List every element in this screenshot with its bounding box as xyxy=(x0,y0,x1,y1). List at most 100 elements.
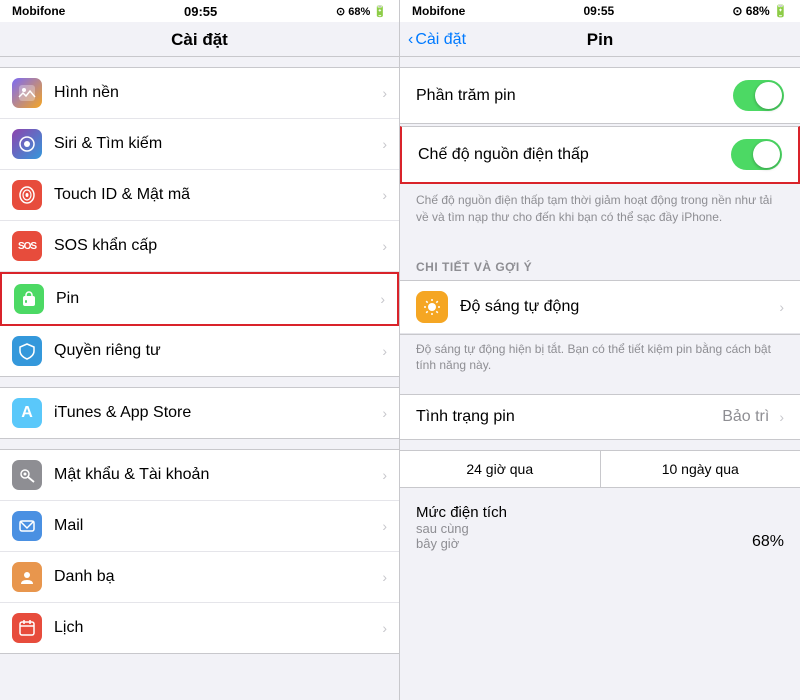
tinh-trang-row[interactable]: Tình trạng pin Bảo trì › xyxy=(400,395,800,439)
left-time: 09:55 xyxy=(184,4,217,19)
bao-tri-value: Bảo trì xyxy=(722,408,769,426)
calendar-label: Lịch xyxy=(54,619,376,637)
settings-group-2: A iTunes & App Store › xyxy=(0,387,399,439)
muc-sub2: bây giờ xyxy=(416,536,507,551)
settings-list: Hình nền › Siri & Tìm kiếm › xyxy=(0,57,399,700)
calendar-icon xyxy=(12,613,42,643)
left-panel: Mobifone 09:55 ⊙ 68% 🔋 Cài đặt Hình nền … xyxy=(0,0,400,700)
settings-item-sos[interactable]: SOS SOS khẩn cấp › xyxy=(0,221,399,272)
itunes-label: iTunes & App Store xyxy=(54,404,376,422)
mail-icon xyxy=(12,511,42,541)
settings-item-itunes[interactable]: A iTunes & App Store › xyxy=(0,388,399,438)
right-title: Pin xyxy=(587,30,613,50)
settings-group-1: Hình nền › Siri & Tìm kiếm › xyxy=(0,67,399,377)
back-button[interactable]: ‹ Cài đặt xyxy=(408,31,466,49)
do-sang-description: Độ sáng tự động hiện bị tắt. Bạn có thể … xyxy=(400,335,800,385)
right-status-bar: Mobifone 09:55 ⊙ 68% 🔋 xyxy=(400,0,800,22)
phan-tram-label: Phần trăm pin xyxy=(416,87,733,105)
siri-label: Siri & Tìm kiếm xyxy=(54,135,376,153)
contacts-label: Danh bạ xyxy=(54,568,376,586)
muc-value: 68% xyxy=(752,533,784,551)
contacts-icon xyxy=(12,562,42,592)
phan-tram-section: Phần trăm pin xyxy=(400,67,800,124)
muc-label: Mức điện tích xyxy=(416,504,507,521)
password-icon xyxy=(12,460,42,490)
wallpaper-icon xyxy=(12,78,42,108)
privacy-icon xyxy=(12,336,42,366)
pin-chevron: › xyxy=(380,291,385,307)
calendar-chevron: › xyxy=(382,620,387,636)
mail-chevron: › xyxy=(382,518,387,534)
wallpaper-chevron: › xyxy=(382,85,387,101)
che-do-toggle-knob xyxy=(753,141,780,168)
contacts-chevron: › xyxy=(382,569,387,585)
chi-tiet-section: CHI TIẾT VÀ GỢI Ý xyxy=(400,246,800,385)
sos-icon: SOS xyxy=(12,231,42,261)
settings-item-contacts[interactable]: Danh bạ › xyxy=(0,552,399,603)
right-time: 09:55 xyxy=(583,4,614,18)
settings-item-touchid[interactable]: Touch ID & Mật mã › xyxy=(0,170,399,221)
wallpaper-label: Hình nền xyxy=(54,84,376,102)
settings-item-siri[interactable]: Siri & Tìm kiếm › xyxy=(0,119,399,170)
privacy-label: Quyền riêng tư xyxy=(54,342,376,360)
time-tabs: 24 giờ qua 10 ngày qua xyxy=(400,450,800,488)
che-do-description: Chế độ nguồn điện thấp tạm thời giảm hoạ… xyxy=(400,186,800,236)
settings-group-3: Mật khẩu & Tài khoản › Mail › xyxy=(0,449,399,654)
phan-tram-row-group: Phần trăm pin xyxy=(400,67,800,124)
muc-left: Mức điện tích sau cùng bây giờ xyxy=(416,504,507,551)
tinh-trang-label: Tình trạng pin xyxy=(416,408,722,426)
do-sang-row[interactable]: Độ sáng tự động › xyxy=(400,281,800,334)
che-do-section: Chế độ nguồn điện thấp Chế độ nguồn điện… xyxy=(400,126,800,236)
che-do-toggle[interactable] xyxy=(731,139,782,170)
pin-label: Pin xyxy=(56,290,374,308)
mail-label: Mail xyxy=(54,517,376,535)
itunes-chevron: › xyxy=(382,405,387,421)
right-content: Phần trăm pin Chế độ nguồn điện thấp Chế… xyxy=(400,57,800,700)
settings-item-calendar[interactable]: Lịch › xyxy=(0,603,399,653)
do-sang-label: Độ sáng tự động xyxy=(460,298,773,316)
do-sang-chevron: › xyxy=(779,299,784,315)
right-status-icons: ⊙ 68% 🔋 xyxy=(732,4,788,18)
left-title: Cài đặt xyxy=(171,30,228,49)
phan-tram-toggle-knob xyxy=(755,82,782,109)
itunes-icon: A xyxy=(12,398,42,428)
muc-sub: sau cùng xyxy=(416,521,507,536)
phan-tram-row[interactable]: Phần trăm pin xyxy=(400,68,800,123)
chi-tiet-header: CHI TIẾT VÀ GỢI Ý xyxy=(400,246,800,280)
do-sang-row-group: Độ sáng tự động › xyxy=(400,280,800,335)
brightness-icon xyxy=(416,291,448,323)
sos-label: SOS khẩn cấp xyxy=(54,237,376,255)
password-chevron: › xyxy=(382,467,387,483)
che-do-row[interactable]: Chế độ nguồn điện thấp xyxy=(402,127,798,182)
left-status-bar: Mobifone 09:55 ⊙ 68% 🔋 xyxy=(0,0,399,22)
settings-item-mail[interactable]: Mail › xyxy=(0,501,399,552)
pin-icon xyxy=(14,284,44,314)
settings-item-wallpaper[interactable]: Hình nền › xyxy=(0,68,399,119)
muc-row: Mức điện tích sau cùng bây giờ 68% xyxy=(400,496,800,559)
password-label: Mật khẩu & Tài khoản xyxy=(54,466,376,484)
right-nav-header: ‹ Cài đặt Pin xyxy=(400,22,800,57)
che-do-label: Chế độ nguồn điện thấp xyxy=(418,146,731,164)
privacy-chevron: › xyxy=(382,343,387,359)
tinh-trang-row-group: Tình trạng pin Bảo trì › xyxy=(400,394,800,440)
left-carrier: Mobifone xyxy=(12,4,65,18)
tab-10d[interactable]: 10 ngày qua xyxy=(601,451,800,487)
settings-item-password[interactable]: Mật khẩu & Tài khoản › xyxy=(0,450,399,501)
touchid-chevron: › xyxy=(382,187,387,203)
muc-dien-tich-section: Mức điện tích sau cùng bây giờ 68% xyxy=(400,488,800,567)
left-status-icons: ⊙ 68% 🔋 xyxy=(336,5,387,18)
back-chevron-icon: ‹ xyxy=(408,31,413,49)
tab-24h[interactable]: 24 giờ qua xyxy=(400,451,601,487)
tinh-trang-section: Tình trạng pin Bảo trì › xyxy=(400,394,800,440)
tinh-trang-chevron: › xyxy=(779,409,784,425)
right-panel: Mobifone 09:55 ⊙ 68% 🔋 ‹ Cài đặt Pin Phầ… xyxy=(400,0,800,700)
che-do-highlighted-group: Chế độ nguồn điện thấp xyxy=(400,126,800,184)
right-carrier: Mobifone xyxy=(412,4,465,18)
back-label: Cài đặt xyxy=(415,31,466,49)
touchid-icon xyxy=(12,180,42,210)
settings-item-privacy[interactable]: Quyền riêng tư › xyxy=(0,326,399,376)
siri-icon xyxy=(12,129,42,159)
touchid-label: Touch ID & Mật mã xyxy=(54,186,376,204)
phan-tram-toggle[interactable] xyxy=(733,80,784,111)
settings-item-pin[interactable]: Pin › xyxy=(0,272,399,326)
